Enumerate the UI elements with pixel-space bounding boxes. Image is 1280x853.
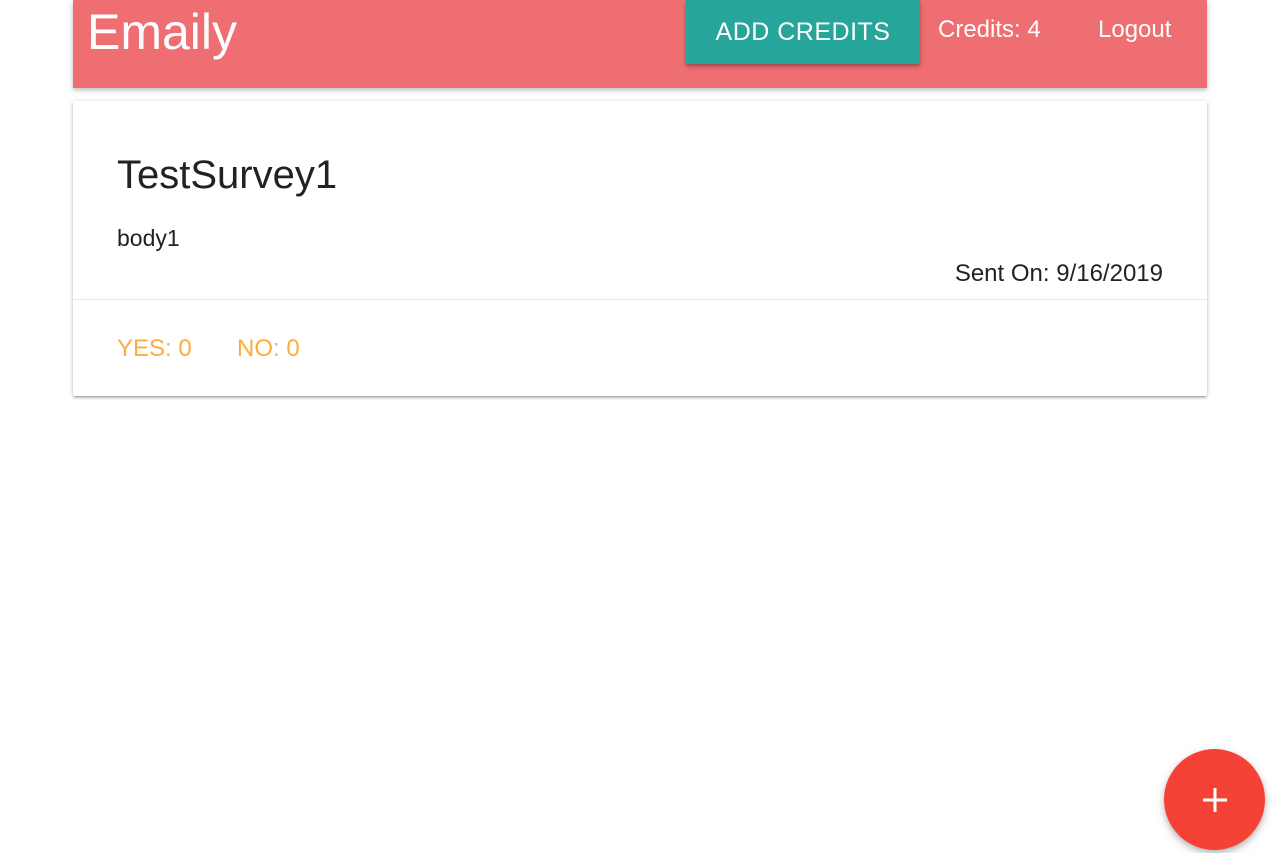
survey-sent-date: Sent On: 9/16/2019 (954, 260, 1163, 287)
survey-card: TestSurvey1 body1 Sent On: 9/16/2019 YES… (73, 101, 1207, 396)
add-icon (1202, 787, 1227, 812)
add-survey-button[interactable] (1164, 749, 1265, 850)
yes-count-link[interactable]: YES: 0 (117, 334, 192, 364)
survey-card-actions: YES: 0 NO: 0 (73, 300, 1207, 396)
brand-logo[interactable]: Emaily (87, 4, 237, 60)
survey-body: body1 (117, 225, 180, 251)
credits-count: Credits: 4 (938, 16, 1041, 43)
survey-title: TestSurvey1 (117, 153, 338, 197)
navbar: Emaily ADD CREDITS Credits: 4 Logout (73, 0, 1207, 88)
add-credits-button[interactable]: ADD CREDITS (686, 0, 920, 64)
app-container: Emaily ADD CREDITS Credits: 4 Logout Tes… (73, 0, 1207, 396)
survey-card-content: TestSurvey1 body1 Sent On: 9/16/2019 (73, 101, 1207, 300)
logout-link[interactable]: Logout (1098, 14, 1171, 46)
no-count-link[interactable]: NO: 0 (237, 334, 300, 364)
